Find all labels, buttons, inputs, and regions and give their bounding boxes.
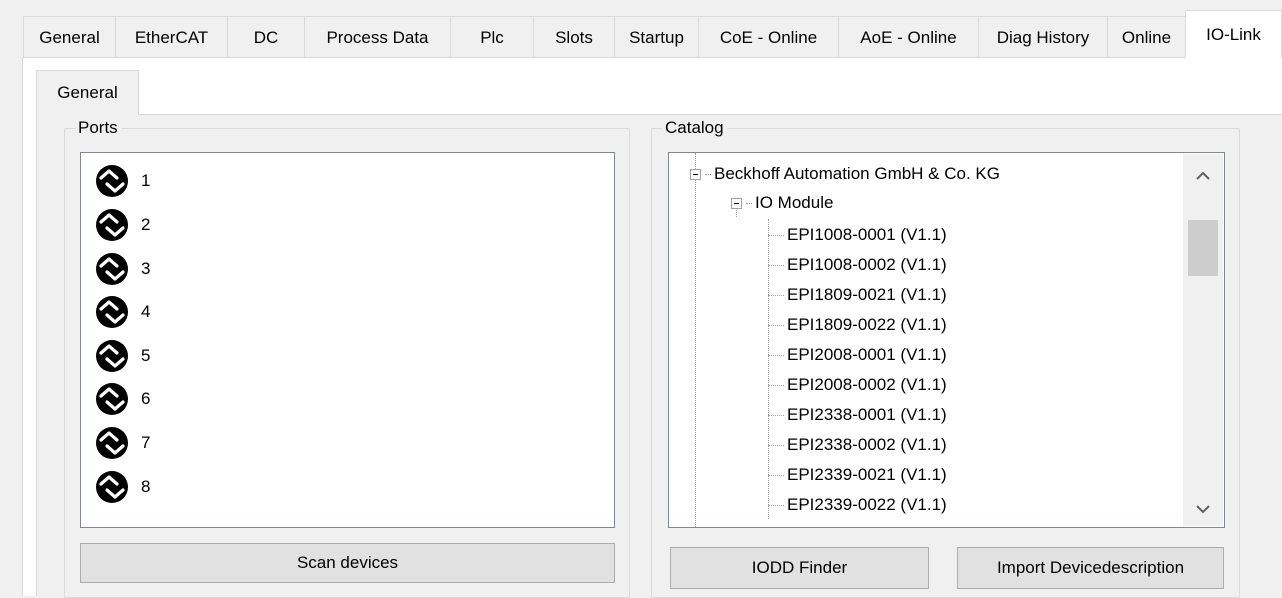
port-label: 4 bbox=[141, 302, 151, 321]
tree-leaf-label: EPI2008-0002 (V1.1) bbox=[787, 375, 947, 394]
tree-leaf[interactable]: EPI1008-0001 (V1.1) bbox=[768, 220, 947, 250]
scroll-down-icon[interactable] bbox=[1183, 492, 1223, 526]
tree-connector bbox=[768, 414, 784, 416]
port-connector-icon bbox=[96, 471, 128, 503]
port-connector-icon bbox=[96, 340, 128, 372]
tree-leaf-label: EPI2339-0022 (V1.1) bbox=[787, 495, 947, 514]
ports-list[interactable]: 1 2 3 4 5 6 7 8 bbox=[80, 152, 615, 528]
collapse-icon[interactable] bbox=[731, 197, 742, 209]
tab-strip: General EtherCAT DC Process Data Plc Slo… bbox=[0, 0, 1282, 58]
list-item[interactable]: 1 bbox=[95, 163, 150, 199]
port-label: 3 bbox=[141, 259, 151, 278]
tab-dc[interactable]: DC bbox=[227, 16, 305, 58]
tree-connector bbox=[768, 384, 784, 386]
iodd-finder-button[interactable]: IODD Finder bbox=[670, 547, 929, 589]
tree-leaf[interactable]: EPI1008-0002 (V1.1) bbox=[768, 250, 947, 280]
port-connector-icon bbox=[96, 383, 128, 415]
tab-process-data[interactable]: Process Data bbox=[304, 16, 451, 58]
catalog-scrollbar[interactable] bbox=[1183, 154, 1223, 526]
port-label: 8 bbox=[141, 477, 151, 496]
port-connector-icon bbox=[96, 209, 128, 241]
tree-node-label: Beckhoff Automation GmbH & Co. KG bbox=[714, 164, 1000, 183]
tree-node-vendor[interactable]: Beckhoff Automation GmbH & Co. KG bbox=[690, 159, 1000, 189]
tree-leaf[interactable]: EPI2008-0001 (V1.1) bbox=[768, 340, 947, 370]
tree-connector bbox=[768, 264, 784, 266]
tab-plc[interactable]: Plc bbox=[450, 16, 534, 58]
tree-leaf[interactable]: EPI2338-0002 (V1.1) bbox=[768, 430, 947, 460]
list-item[interactable]: 3 bbox=[95, 251, 150, 287]
scroll-thumb[interactable] bbox=[1188, 220, 1218, 276]
tab-aoe-online[interactable]: AoE - Online bbox=[838, 16, 979, 58]
scan-devices-button[interactable]: Scan devices bbox=[80, 543, 615, 583]
tree-leaf-label: EPI1809-0021 (V1.1) bbox=[787, 285, 947, 304]
port-connector-icon bbox=[96, 427, 128, 459]
ports-group-title: Ports bbox=[75, 117, 121, 139]
tree-leaf-label: EPI2008-0001 (V1.1) bbox=[787, 345, 947, 364]
catalog-tree[interactable]: Beckhoff Automation GmbH & Co. KG IO Mod… bbox=[668, 152, 1225, 528]
port-connector-icon bbox=[96, 296, 128, 328]
port-label: 1 bbox=[141, 171, 151, 190]
list-item[interactable]: 8 bbox=[95, 469, 150, 505]
tree-leaf[interactable]: EPI2008-0002 (V1.1) bbox=[768, 370, 947, 400]
list-item[interactable]: 5 bbox=[95, 338, 150, 374]
tree-leaf-label: EPI2338-0001 (V1.1) bbox=[787, 405, 947, 424]
tab-diag-history[interactable]: Diag History bbox=[978, 16, 1108, 58]
tree-leaf[interactable]: EPI1809-0022 (V1.1) bbox=[768, 310, 947, 340]
tree-guide-line bbox=[695, 153, 696, 527]
list-item[interactable]: 2 bbox=[95, 207, 150, 243]
port-connector-icon bbox=[96, 165, 128, 197]
tree-connector bbox=[768, 444, 784, 446]
tree-connector bbox=[768, 354, 784, 356]
chevron-up-icon bbox=[1196, 171, 1210, 180]
scroll-up-icon[interactable] bbox=[1183, 158, 1223, 192]
tree-leaf-label: EPI1008-0001 (V1.1) bbox=[787, 225, 947, 244]
tree-node-io-module[interactable]: IO Module bbox=[731, 188, 833, 218]
list-item[interactable]: 6 bbox=[95, 381, 150, 417]
tree-leaf[interactable]: EPI1809-0021 (V1.1) bbox=[768, 280, 947, 310]
tab-online[interactable]: Online bbox=[1107, 16, 1186, 58]
port-label: 2 bbox=[141, 215, 151, 234]
tab-inner-general[interactable]: General bbox=[36, 70, 139, 115]
tree-leaf[interactable]: EPI2338-0001 (V1.1) bbox=[768, 400, 947, 430]
tree-node-label: IO Module bbox=[755, 193, 834, 212]
tree-connector bbox=[768, 504, 784, 506]
collapse-icon[interactable] bbox=[690, 168, 701, 180]
tab-startup[interactable]: Startup bbox=[614, 16, 699, 58]
port-label: 7 bbox=[141, 433, 151, 452]
tree-leaf-label: EPI1008-0002 (V1.1) bbox=[787, 255, 947, 274]
import-devicedescription-button[interactable]: Import Devicedescription bbox=[957, 547, 1224, 589]
tab-general[interactable]: General bbox=[23, 16, 116, 58]
tree-connector bbox=[768, 294, 784, 296]
tab-coe-online[interactable]: CoE - Online bbox=[698, 16, 839, 58]
tree-leaf-label: EPI2339-0021 (V1.1) bbox=[787, 465, 947, 484]
port-label: 6 bbox=[141, 389, 151, 408]
list-item[interactable]: 7 bbox=[95, 425, 150, 461]
tab-io-link[interactable]: IO-Link bbox=[1185, 10, 1282, 58]
tab-slots[interactable]: Slots bbox=[533, 16, 615, 58]
chevron-down-icon bbox=[1196, 504, 1210, 513]
tree-leaf-label: EPI1809-0022 (V1.1) bbox=[787, 315, 947, 334]
port-label: 5 bbox=[141, 346, 151, 365]
tree-leaf[interactable]: EPI2339-0022 (V1.1) bbox=[768, 490, 947, 520]
tree-connector bbox=[768, 234, 784, 236]
tree-connector bbox=[705, 173, 711, 175]
tree-connector bbox=[746, 202, 752, 204]
port-connector-icon bbox=[96, 253, 128, 285]
tab-ethercat[interactable]: EtherCAT bbox=[115, 16, 228, 58]
tree-leaf[interactable]: EPI2339-0021 (V1.1) bbox=[768, 460, 947, 490]
tree-leaf-label: EPI2338-0002 (V1.1) bbox=[787, 435, 947, 454]
tree-connector bbox=[768, 324, 784, 326]
catalog-group-title: Catalog bbox=[662, 117, 727, 139]
list-item[interactable]: 4 bbox=[95, 294, 150, 330]
tree-connector bbox=[768, 474, 784, 476]
